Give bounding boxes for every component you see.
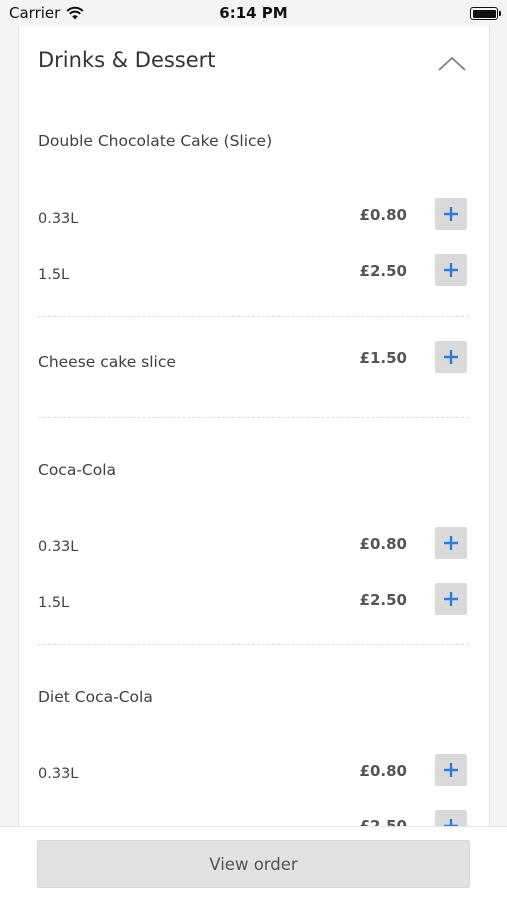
variant-label: 0.33L — [38, 766, 79, 782]
divider — [38, 644, 469, 645]
variant-price: £0.80 — [359, 206, 407, 224]
divider — [38, 417, 469, 418]
battery-icon — [470, 7, 501, 20]
plus-icon — [444, 263, 458, 277]
add-button[interactable] — [435, 254, 467, 286]
divider — [38, 316, 469, 317]
plus-icon — [444, 592, 458, 606]
add-button[interactable] — [435, 754, 467, 786]
variant-label: 1.5L — [38, 267, 70, 283]
item-name-diet-coca-cola: Diet Coca-Cola — [38, 688, 153, 706]
section-title: Drinks & Dessert — [38, 48, 216, 72]
menu-section-card: Drinks & Dessert Double Chocolate Cake (… — [18, 26, 490, 826]
plus-icon — [444, 350, 458, 364]
chevron-up-icon[interactable] — [437, 54, 467, 72]
status-bar: Carrier 6:14 PM — [0, 0, 507, 26]
variant-label: 0.33L — [38, 211, 79, 227]
add-button[interactable] — [435, 810, 467, 826]
variant-label: 1.5L — [38, 595, 70, 611]
plus-icon — [444, 536, 458, 550]
plus-icon — [444, 819, 458, 826]
add-button[interactable] — [435, 527, 467, 559]
plus-icon — [444, 763, 458, 777]
item-name-cheese-cake-slice: Cheese cake slice — [38, 353, 176, 371]
add-button[interactable] — [435, 583, 467, 615]
item-price: £1.50 — [359, 349, 407, 367]
add-button[interactable] — [435, 341, 467, 373]
variant-price: £0.80 — [359, 535, 407, 553]
add-button[interactable] — [435, 198, 467, 230]
item-name-double-chocolate-cake: Double Chocolate Cake (Slice) — [38, 132, 273, 150]
variant-price: £2.50 — [359, 262, 407, 280]
plus-icon — [444, 207, 458, 221]
status-time: 6:14 PM — [219, 4, 288, 22]
variant-label: 0.33L — [38, 539, 79, 555]
variant-price: £2.50 — [359, 591, 407, 609]
variant-price: £2.50 — [359, 817, 407, 826]
bottom-bar: View order — [0, 826, 507, 900]
item-name-coca-cola: Coca-Cola — [38, 461, 117, 479]
variant-price: £0.80 — [359, 762, 407, 780]
view-order-button[interactable]: View order — [37, 840, 470, 888]
section-header[interactable]: Drinks & Dessert — [19, 26, 489, 98]
